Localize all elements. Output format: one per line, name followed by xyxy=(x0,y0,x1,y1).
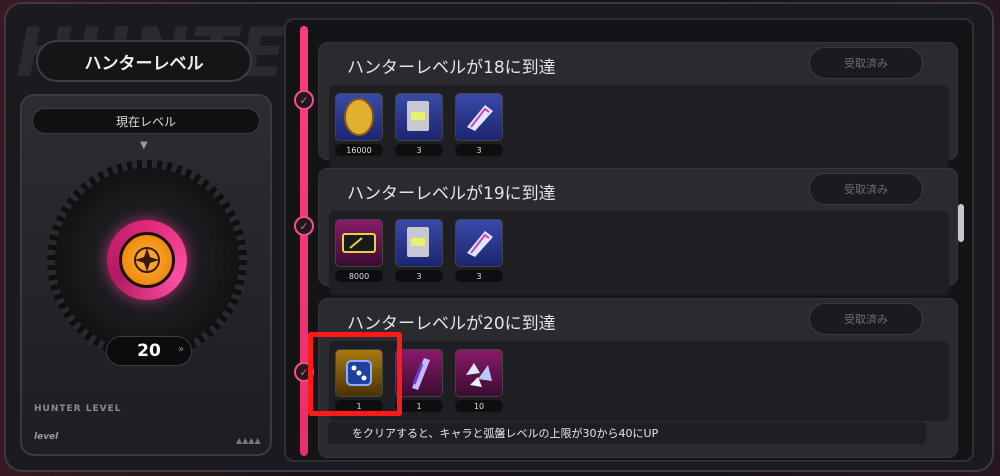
reward-count: 1 xyxy=(395,400,443,412)
reward-count: 3 xyxy=(455,270,503,282)
level-gear-emblem xyxy=(47,160,247,360)
main-window: HUNTER ハンターレベル 現在レベル ▼ « 20 » HUNT xyxy=(4,2,994,472)
page-title: ハンターレベル xyxy=(36,40,252,82)
reward-item[interactable]: 1 xyxy=(395,349,443,412)
pass-card-icon xyxy=(335,219,383,267)
reward-list: 8000 3 3 xyxy=(329,211,949,295)
emblem-ring xyxy=(107,220,187,300)
level-card: 現在レベル ▼ « 20 » HUNTER LEVEL level ▲▲▲ xyxy=(20,94,272,456)
rank-emblem-icon xyxy=(119,232,175,288)
reward-count: 3 xyxy=(455,144,503,156)
reward-item[interactable]: 10 xyxy=(455,349,503,412)
received-button[interactable]: 受取済み xyxy=(809,47,923,79)
check-icon: ✓ xyxy=(294,216,314,236)
gem-crystal-icon xyxy=(455,219,503,267)
reward-item[interactable]: 3 xyxy=(395,219,443,282)
gold-egg-icon xyxy=(335,93,383,141)
reward-count: 16000 xyxy=(335,144,383,156)
ticket-card-icon xyxy=(395,93,443,141)
reward-item[interactable]: 8000 xyxy=(335,219,383,282)
scrollbar-thumb[interactable] xyxy=(958,204,964,242)
selection-highlight xyxy=(308,332,402,416)
mission-item: ハンターレベルが19に到達 受取済み 8000 3 3 xyxy=(318,168,958,295)
potion-vial-icon xyxy=(395,349,443,397)
mission-item: ハンターレベルが18に到達 受取済み 16000 3 3 xyxy=(318,42,958,169)
crystal-shards-icon xyxy=(455,349,503,397)
chevron-down-icon: ▼ xyxy=(140,140,148,151)
received-button[interactable]: 受取済み xyxy=(809,173,923,205)
mission-description: をクリアすると、キャラと弧盤レベルの上限が30から40にUP xyxy=(328,422,926,444)
reward-list: 1 1 10 xyxy=(329,341,949,421)
ticket-card-icon xyxy=(395,219,443,267)
reward-count: 3 xyxy=(395,144,443,156)
reward-item[interactable]: 16000 xyxy=(335,93,383,156)
current-level-label: 現在レベル xyxy=(32,108,260,134)
mission-title: ハンターレベルが19に到達 xyxy=(347,184,556,204)
check-icon: ✓ xyxy=(294,90,314,110)
reward-list: 16000 3 3 xyxy=(329,85,949,169)
reward-count: 10 xyxy=(455,400,503,412)
zigzag-decoration-icon: ▲▲▲▲ xyxy=(236,436,261,445)
gem-crystal-icon xyxy=(455,93,503,141)
received-button[interactable]: 受取済み xyxy=(809,303,923,335)
reward-item[interactable]: 3 xyxy=(455,93,503,156)
mission-title: ハンターレベルが18に到達 xyxy=(347,58,556,78)
reward-item[interactable]: 3 xyxy=(455,219,503,282)
mission-title: ハンターレベルが20に到達 xyxy=(347,314,556,334)
game-logo: level xyxy=(34,432,59,442)
hunter-level-caption: HUNTER LEVEL xyxy=(34,404,122,414)
reward-item[interactable]: 3 xyxy=(395,93,443,156)
reward-count: 3 xyxy=(395,270,443,282)
arrow-right-icon: » xyxy=(178,344,185,355)
reward-count: 8000 xyxy=(335,270,383,282)
